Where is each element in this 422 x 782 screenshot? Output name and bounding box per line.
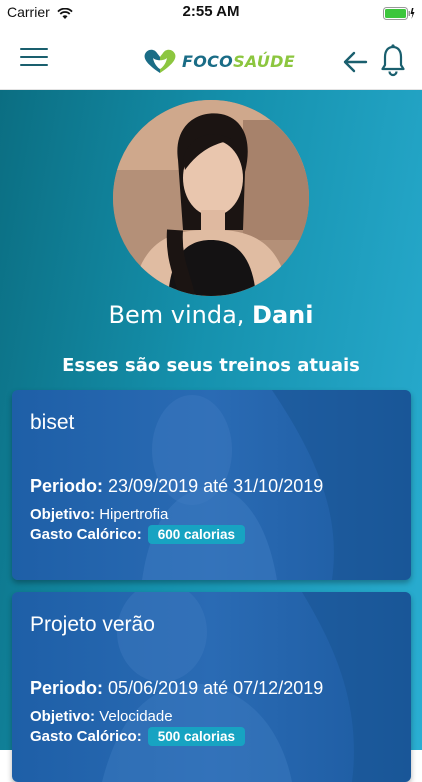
calories-label: Gasto Calórico: [30, 728, 142, 745]
objective-label: Objetivo: [30, 708, 96, 725]
workout-calories: Gasto Calórico: 500 calorias [30, 727, 245, 746]
back-button[interactable] [342, 50, 368, 78]
workout-title: Projeto verão [30, 613, 155, 636]
menu-icon[interactable] [20, 48, 48, 68]
avatar[interactable] [113, 100, 309, 296]
workout-period: Periodo: 23/09/2019 até 31/10/2019 [30, 476, 323, 497]
status-time: 2:55 AM [182, 3, 240, 20]
workout-calories: Gasto Calórico: 600 calorias [30, 525, 245, 544]
period-label: Periodo: [30, 678, 104, 698]
status-bar: Carrier 2:55 AM [0, 0, 422, 24]
logo-text-part2: SAÚDE [233, 51, 295, 71]
objective-value: Hipertrofia [99, 506, 169, 523]
arrow-left-icon [343, 51, 368, 73]
objective-value: Velocidade [99, 708, 173, 725]
notifications-button[interactable] [381, 44, 405, 82]
logo-text-part1: FOCO [182, 51, 234, 71]
welcome-greeting: Bem vinda, Dani [0, 301, 422, 329]
workout-period: Periodo: 05/06/2019 até 07/12/2019 [30, 678, 323, 699]
battery-icon [383, 5, 415, 24]
workout-card[interactable]: Projeto verão Periodo: 05/06/2019 até 07… [12, 592, 411, 782]
calories-badge: 600 calorias [147, 525, 245, 544]
workout-objective: Objetivo: Velocidade [30, 708, 173, 725]
bell-icon [381, 44, 405, 77]
app-logo: FOCOSAÚDE [142, 46, 295, 76]
calories-badge: 500 calorias [147, 727, 245, 746]
calories-label: Gasto Calórico: [30, 526, 142, 543]
nav-bar: FOCOSAÚDE [0, 24, 422, 90]
workout-title: biset [30, 411, 75, 434]
heart-logo-icon [144, 49, 176, 73]
section-title: Esses são seus treinos atuais [62, 355, 360, 376]
workout-card[interactable]: biset Periodo: 23/09/2019 até 31/10/2019… [12, 390, 411, 580]
logo-text: FOCOSAÚDE [182, 52, 295, 71]
period-value: 05/06/2019 até 07/12/2019 [108, 678, 324, 698]
workout-objective: Objetivo: Hipertrofia [30, 506, 168, 523]
user-name: Dani [252, 301, 314, 329]
period-label: Periodo: [30, 476, 104, 496]
objective-label: Objetivo: [30, 506, 96, 523]
main-content: Bem vinda, Dani Esses são seus treinos a… [0, 90, 422, 782]
greeting-prefix: Bem vinda, [108, 301, 245, 329]
period-value: 23/09/2019 até 31/10/2019 [108, 476, 324, 496]
